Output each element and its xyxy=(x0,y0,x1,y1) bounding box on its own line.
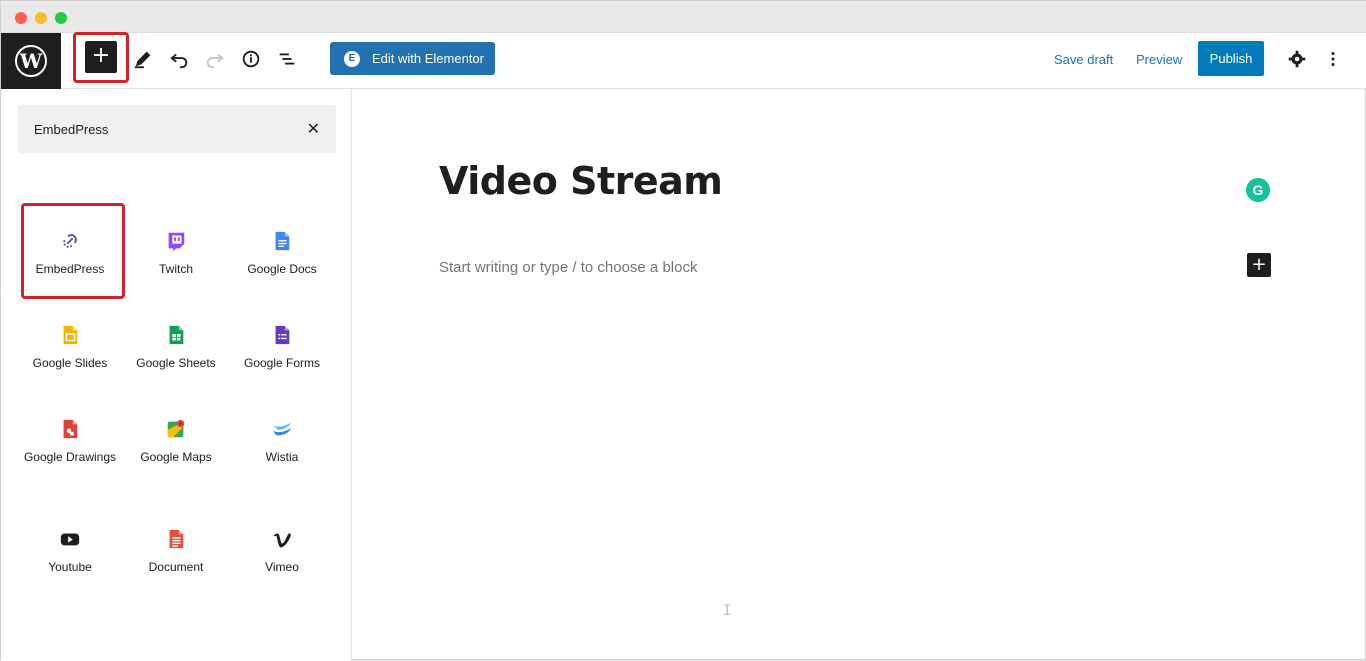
embedpress-icon xyxy=(58,229,82,253)
block-placeholder[interactable]: Start writing or type / to choose a bloc… xyxy=(439,259,697,276)
google-forms-icon xyxy=(270,323,294,347)
minimize-window-button[interactable] xyxy=(35,12,47,24)
youtube-icon xyxy=(58,527,82,551)
block-label: Twitch xyxy=(158,262,193,276)
twitch-icon xyxy=(164,229,188,253)
pencil-icon[interactable] xyxy=(131,47,155,71)
block-item-vimeo[interactable]: Vimeo xyxy=(232,513,332,599)
block-item-embedpress[interactable]: EmbedPress xyxy=(20,215,120,301)
undo-icon[interactable] xyxy=(167,47,191,71)
block-label: Google Maps xyxy=(140,450,212,464)
block-label: Google Forms xyxy=(243,356,321,370)
text-cursor-icon: I xyxy=(723,603,732,619)
wistia-icon xyxy=(270,417,294,441)
save-draft-button[interactable]: Save draft xyxy=(1054,52,1113,67)
block-item-google-maps[interactable]: Google Maps xyxy=(126,403,226,489)
close-window-button[interactable] xyxy=(15,12,27,24)
google-docs-icon xyxy=(270,229,294,253)
block-label: Document xyxy=(148,560,204,574)
google-drawings-icon xyxy=(58,417,82,441)
block-item-google-drawings[interactable]: Google Drawings xyxy=(20,403,120,489)
editor-canvas: Video Stream G Start writing or type / t… xyxy=(353,89,1366,661)
editor-toolbar: W + E Edit with Elementor Save draft Pre… xyxy=(1,32,1366,89)
preview-button[interactable]: Preview xyxy=(1136,52,1182,67)
browser-window: W + E Edit with Elementor Save draft Pre… xyxy=(0,0,1366,661)
block-label: Google Drawings xyxy=(23,450,117,464)
grammarly-icon[interactable]: G xyxy=(1246,178,1270,202)
block-item-google-docs[interactable]: Google Docs xyxy=(232,215,332,301)
vimeo-icon xyxy=(270,527,294,551)
block-item-wistia[interactable]: Wistia xyxy=(232,403,332,489)
block-label: EmbedPress xyxy=(35,262,105,276)
block-label: Vimeo xyxy=(265,560,299,574)
document-icon xyxy=(164,527,188,551)
block-item-youtube[interactable]: Youtube xyxy=(20,513,120,599)
block-item-google-forms[interactable]: Google Forms xyxy=(232,309,332,395)
block-item-google-sheets[interactable]: Google Sheets xyxy=(126,309,226,395)
publish-button[interactable]: Publish xyxy=(1198,41,1264,76)
block-item-google-slides[interactable]: Google Slides xyxy=(20,309,120,395)
edit-with-elementor-button[interactable]: E Edit with Elementor xyxy=(330,42,495,75)
block-label: Google Docs xyxy=(247,262,317,276)
block-search: ✕ xyxy=(18,105,336,153)
block-inserter-panel: ✕ EmbedPress Twitch Google Docs xyxy=(1,89,352,661)
block-label: Google Sheets xyxy=(136,356,216,370)
maximize-window-button[interactable] xyxy=(55,12,67,24)
wordpress-logo-button[interactable]: W xyxy=(1,33,61,89)
google-slides-icon xyxy=(58,323,82,347)
wordpress-icon: W xyxy=(15,45,47,77)
elementor-icon: E xyxy=(344,50,360,67)
more-options-icon[interactable] xyxy=(1321,47,1345,71)
block-label: Youtube xyxy=(48,560,92,574)
block-item-twitch[interactable]: Twitch xyxy=(126,215,226,301)
window-titlebar xyxy=(1,1,1366,33)
info-icon[interactable] xyxy=(239,47,263,71)
close-icon[interactable]: ✕ xyxy=(307,119,320,139)
google-maps-icon xyxy=(164,417,188,441)
inline-add-block-button[interactable]: + xyxy=(1247,253,1271,277)
redo-icon[interactable] xyxy=(203,47,227,71)
list-view-icon[interactable] xyxy=(275,47,299,71)
block-label: Google Slides xyxy=(32,356,108,370)
block-search-input[interactable] xyxy=(18,105,298,153)
google-sheets-icon xyxy=(164,323,188,347)
block-item-document[interactable]: Document xyxy=(126,513,226,599)
post-title[interactable]: Video Stream xyxy=(439,159,723,203)
settings-gear-icon[interactable] xyxy=(1285,47,1309,71)
add-block-button[interactable]: + xyxy=(85,41,117,73)
block-label: Wistia xyxy=(265,450,299,464)
edit-with-elementor-label: Edit with Elementor xyxy=(372,51,484,66)
